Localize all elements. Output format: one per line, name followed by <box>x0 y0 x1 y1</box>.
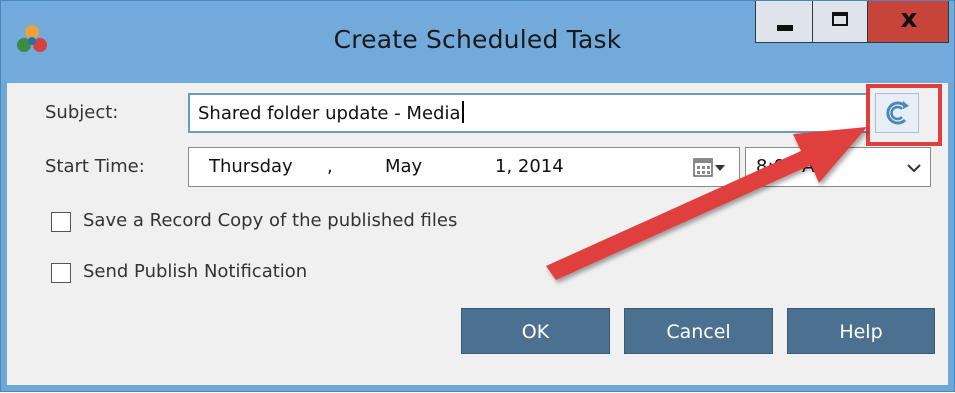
save-record-copy-label[interactable]: Save a Record Copy of the published file… <box>83 210 457 231</box>
subject-value: Shared folder update - Media <box>198 103 461 124</box>
date-picker[interactable]: Thursday , May 1, 2014 <box>188 147 740 187</box>
dialog-window: Create Scheduled Task x Subject: Shared … <box>0 0 955 392</box>
minimize-icon <box>777 25 793 31</box>
start-time-label: Start Time: <box>45 156 145 177</box>
time-select[interactable]: 8:00 AM <box>745 147 931 187</box>
save-record-copy-checkbox[interactable] <box>51 212 71 232</box>
calendar-dropdown-icon[interactable] <box>693 157 727 179</box>
ok-button[interactable]: OK <box>461 308 610 354</box>
help-button[interactable]: Help <box>787 308 935 354</box>
send-notification-label[interactable]: Send Publish Notification <box>83 261 307 282</box>
date-month[interactable]: May <box>385 156 422 177</box>
maximize-button[interactable] <box>812 1 868 43</box>
chevron-down-icon <box>907 164 921 173</box>
cancel-button[interactable]: Cancel <box>624 308 773 354</box>
close-button[interactable]: x <box>867 1 949 43</box>
date-day-year[interactable]: 1, 2014 <box>495 156 564 177</box>
minimize-button[interactable] <box>755 1 813 43</box>
maximize-icon <box>832 12 848 26</box>
annotation-highlight-box <box>866 84 942 146</box>
time-value: 8:00 AM <box>756 156 830 177</box>
close-icon: x <box>900 4 918 34</box>
subject-input[interactable]: Shared folder update - Media <box>188 93 868 133</box>
date-separator: , <box>327 156 333 177</box>
date-day[interactable]: Thursday <box>209 156 293 177</box>
text-caret <box>461 101 464 123</box>
send-notification-checkbox[interactable] <box>51 263 71 283</box>
subject-label: Subject: <box>45 102 119 123</box>
dialog-body: Subject: Shared folder update - Media St… <box>7 83 948 385</box>
title-bar[interactable]: Create Scheduled Task x <box>1 1 954 83</box>
